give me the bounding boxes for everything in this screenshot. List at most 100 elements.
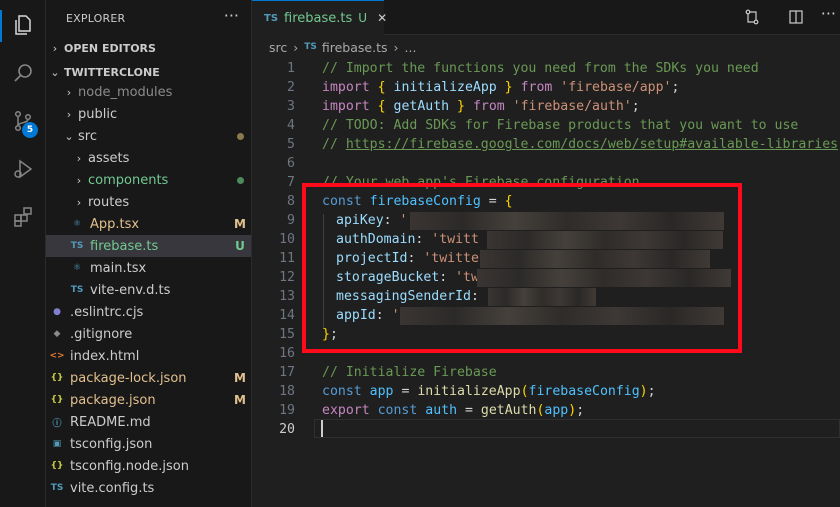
line-number: 13 [279,289,295,304]
line-number: 15 [279,327,295,342]
modified-dot-icon [236,133,244,140]
line-number: 9 [287,213,295,228]
breadcrumb-folder[interactable]: src [269,40,287,55]
line-number: 8 [287,194,295,209]
tree-item-package-lock[interactable]: {} package-lock.json M [46,367,251,389]
json-icon: {} [50,461,64,471]
split-editor-icon[interactable] [788,9,804,29]
tree-item-assets[interactable]: › assets [46,147,251,169]
tree-item-gitignore[interactable]: ◆ .gitignore [46,323,251,345]
tree-item-label: public [78,106,118,122]
tree-item-public[interactable]: › public [46,103,251,125]
extensions-icon[interactable] [8,202,38,232]
git-status: M [234,371,246,385]
eslint-icon: ● [53,307,61,317]
more-actions-icon[interactable]: ··· [224,6,239,25]
open-editors-label: OPEN EDITORS [64,41,156,55]
scm-badge: 5 [22,122,38,138]
tree-item-tsconfig-node[interactable]: {} tsconfig.node.json [46,455,251,477]
tree-item-label: firebase.ts [90,238,159,254]
breadcrumb-separator: › [293,39,299,55]
more-actions-icon[interactable]: ··· [821,4,836,23]
close-icon[interactable]: ✕ [377,11,387,25]
tree-item-app-tsx[interactable]: ⚛ App.tsx M [46,213,251,235]
chevron-right-icon: › [66,107,72,121]
breadcrumb: src › TS firebase.ts › ... [252,36,840,58]
text-cursor [321,420,323,437]
explorer-files-icon[interactable] [8,10,38,40]
chevron-down-icon: ⌄ [64,129,74,143]
code-line: import { getAuth } from 'firebase/auth'; [322,99,640,114]
tree-item-tsconfig[interactable]: ▣ tsconfig.json [46,433,251,455]
tree-item-package-json[interactable]: {} package.json M [46,389,251,411]
tree-item-routes[interactable]: › routes [46,191,251,213]
line-number: 10 [279,232,295,247]
tree-item-components[interactable]: › components [46,169,251,191]
code-line: const app = initializeApp(firebaseConfig… [322,384,656,399]
run-debug-icon[interactable] [8,154,38,184]
line-number: 4 [287,118,295,133]
tree-item-label: vite.config.ts [70,480,155,496]
typescript-icon: TS [264,12,279,24]
line-number: 14 [279,308,295,323]
highlight-annotation-box [302,183,742,353]
chevron-right-icon: › [76,173,82,187]
tree-item-src[interactable]: ⌄ src [46,125,251,147]
git-status: M [234,217,246,231]
tree-item-label: README.md [70,414,151,430]
code-line: // Initialize Firebase [322,365,497,380]
tree-item-readme[interactable]: ⓘ README.md [46,411,251,433]
tree-item-index-html[interactable]: <> index.html [46,345,251,367]
untracked-dot-icon [236,177,244,184]
docs-link[interactable]: https://firebase.google.com/docs/web/set… [346,137,838,152]
activity-bar: 5 [0,0,46,507]
explorer-sidebar: EXPLORER ··· › OPEN EDITORS ⌄ TWITTERCLO… [46,0,252,507]
html-icon: <> [49,351,65,361]
code-line: // TODO: Add SDKs for Firebase products … [322,118,799,133]
code-line: // Import the functions you need from th… [322,61,759,76]
tree-item-vite-env[interactable]: TS vite-env.d.ts [46,279,251,301]
chevron-right-icon: › [76,195,82,209]
breadcrumb-file[interactable]: firebase.ts [322,40,388,55]
typescript-icon: TS [70,241,84,251]
tree-item-eslintrc[interactable]: ● .eslintrc.cjs [46,301,251,323]
tree-item-label: routes [88,194,130,210]
tab-firebase-ts[interactable]: TS firebase.ts U ✕ [252,0,387,35]
tree-item-label: vite-env.d.ts [90,282,171,298]
tree-item-label: App.tsx [90,216,140,232]
tree-item-label: components [88,172,169,188]
chevron-right-icon: › [66,85,72,99]
line-number: 12 [279,270,295,285]
typescript-icon: TS [304,42,317,52]
explorer-title: EXPLORER [66,12,126,25]
line-number: 18 [279,384,295,399]
code-line: export const auth = getAuth(app); [322,403,585,418]
typescript-icon: TS [70,285,84,295]
code-line: import { initializeApp } from 'firebase/… [322,80,680,95]
open-editors-section[interactable]: › OPEN EDITORS [46,37,251,59]
tree-item-main-tsx[interactable]: ⚛ main.tsx [46,257,251,279]
active-indicator [0,10,2,42]
project-root-label: TWITTERCLONE [64,65,160,79]
project-root-section[interactable]: ⌄ TWITTERCLONE [46,61,251,83]
chevron-right-icon: › [52,41,58,55]
line-number: 17 [279,365,295,380]
breadcrumb-separator: › [393,39,399,55]
breadcrumb-symbols[interactable]: ... [405,40,417,55]
json-icon: {} [50,395,64,405]
info-icon: ⓘ [52,418,62,429]
git-icon: ◆ [53,329,61,339]
react-icon: ⚛ [72,263,82,273]
line-number: 2 [287,80,295,95]
line-number: 20 [279,422,295,437]
line-number: 6 [287,156,295,171]
tab-label: firebase.ts [284,10,353,26]
tree-item-vite-config[interactable]: TS vite.config.ts [46,477,251,499]
json-icon: {} [50,373,64,383]
compare-changes-icon[interactable] [744,9,760,29]
tree-item-firebase-ts[interactable]: TS firebase.ts U [46,235,251,257]
git-status: U [235,239,245,253]
tree-item-node-modules[interactable]: › node_modules [46,81,251,103]
line-number: 7 [287,175,295,190]
search-icon[interactable] [8,58,38,88]
